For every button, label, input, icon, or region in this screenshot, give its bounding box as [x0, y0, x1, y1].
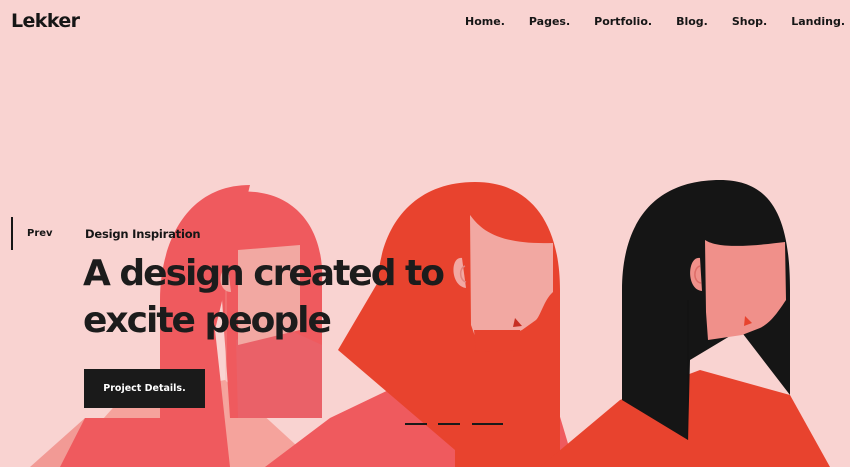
nav-item-home[interactable]: Home.: [465, 15, 505, 28]
slide-dot-2[interactable]: [438, 423, 460, 425]
woman-profile-black-hair-icon: [540, 180, 830, 467]
brand-logo[interactable]: Lekker: [11, 10, 80, 32]
project-details-button[interactable]: Project Details.: [84, 369, 205, 408]
headline-line-2: excite people: [83, 300, 332, 341]
nav-item-shop[interactable]: Shop.: [732, 15, 767, 28]
nav-item-blog[interactable]: Blog.: [676, 15, 708, 28]
nav-item-portfolio[interactable]: Portfolio.: [594, 15, 652, 28]
nav-item-landing[interactable]: Landing.: [791, 15, 845, 28]
prev-slide-button[interactable]: Prev: [11, 217, 53, 250]
slide-pagination: [405, 423, 503, 425]
headline-line-1: A design created to: [83, 253, 445, 294]
prev-label: Prev: [27, 228, 53, 239]
slide-eyebrow: Design Inspiration: [85, 227, 201, 241]
slide-headline: A design created to excite people: [83, 250, 503, 344]
slide-dot-1[interactable]: [405, 423, 427, 425]
slide-dot-3-active[interactable]: [472, 423, 503, 425]
nav-item-pages[interactable]: Pages.: [529, 15, 570, 28]
hero-page: Lekker Home. Pages. Portfolio. Blog. Sho…: [0, 0, 850, 467]
main-nav: Home. Pages. Portfolio. Blog. Shop. Land…: [465, 15, 845, 28]
